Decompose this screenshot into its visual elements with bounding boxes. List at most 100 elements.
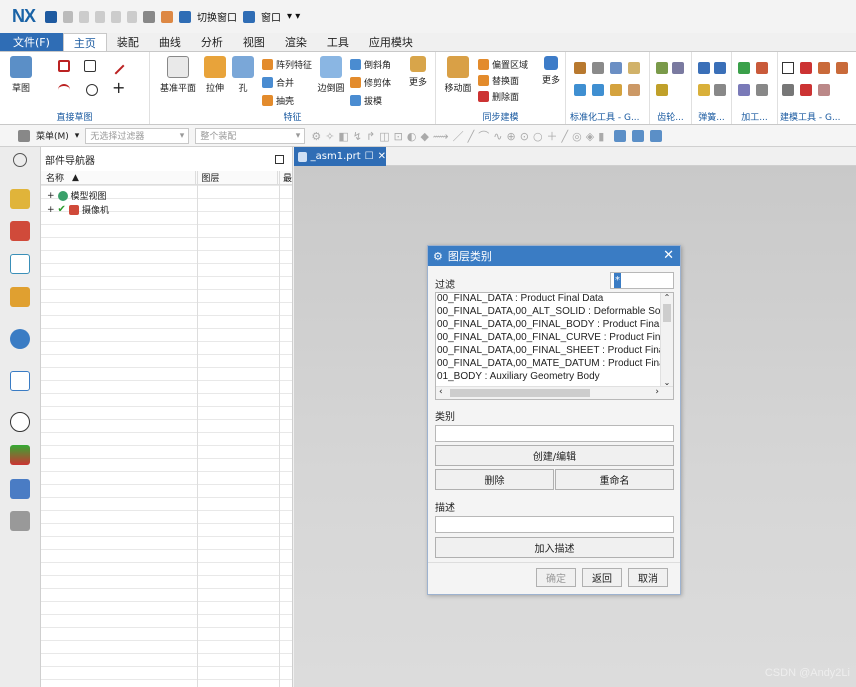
list-item[interactable]: 00_FINAL_DATA : Product Final Data	[436, 293, 660, 306]
group-machining-label[interactable]: 加工...	[732, 110, 777, 123]
delete-face-button[interactable]: 删除面	[478, 90, 519, 103]
group-standard-label[interactable]: 标准化工具 - G...	[570, 110, 649, 123]
delete-button[interactable]: 删除	[435, 469, 554, 490]
point-icon[interactable]: +	[112, 80, 125, 96]
group-modeling-tools-label[interactable]: 建模工具 - G...	[780, 110, 856, 123]
tab-file[interactable]: 文件(F)	[0, 33, 63, 51]
command-finder-icon[interactable]	[143, 10, 156, 23]
add-description-button[interactable]: 加入描述	[435, 537, 674, 558]
roles-icon[interactable]	[10, 511, 30, 531]
column-name[interactable]: 名称 ▲	[41, 171, 197, 184]
standard-row2-icon[interactable]	[574, 84, 586, 96]
rectangle-icon[interactable]	[84, 60, 96, 72]
horizontal-scrollbar[interactable]: ‹ ›	[436, 386, 673, 399]
gear-tool-icon[interactable]	[656, 62, 668, 74]
gear-tool2-icon[interactable]	[672, 62, 684, 74]
back-button[interactable]: 返回	[582, 568, 622, 587]
tab-document[interactable]: _asm1.prt ☐ ✕	[294, 147, 386, 166]
refresh-icon[interactable]	[650, 129, 663, 142]
profile-icon[interactable]	[58, 60, 70, 72]
list-item[interactable]: 00_FINAL_DATA,00_ALT_SOLID : Deformable …	[436, 306, 660, 319]
standard-part-icon[interactable]	[574, 62, 586, 74]
machining-icon[interactable]	[738, 62, 750, 74]
history-icon[interactable]	[10, 412, 30, 432]
tab-analysis[interactable]: 分析	[191, 33, 233, 51]
copy-icon[interactable]	[111, 10, 122, 23]
extrude-button[interactable]: 拉伸	[200, 56, 230, 94]
list-item[interactable]: 00_FINAL_DATA,00_FINAL_SHEET : Product F…	[436, 345, 660, 358]
list-item[interactable]: 00_FINAL_DATA,00_FINAL_BODY : Product Fi…	[436, 319, 660, 332]
menu-button[interactable]: 菜单(M)	[36, 129, 69, 142]
column-layer[interactable]: 图层	[196, 171, 278, 184]
cancel-button[interactable]: 取消	[628, 568, 668, 587]
model-tool7-icon[interactable]	[818, 84, 830, 96]
scrollbar-thumb[interactable]	[663, 304, 671, 322]
model-tool5-icon[interactable]	[782, 84, 794, 96]
vertical-scrollbar[interactable]: ⌃ ⌄	[660, 293, 673, 387]
tab-home[interactable]: 主页	[62, 33, 107, 51]
sync-more-button[interactable]: 更多	[538, 56, 564, 86]
gear-icon[interactable]: ⚙	[433, 250, 443, 263]
list-item[interactable]: 00_FINAL_DATA,00_FINAL_CURVE : Product F…	[436, 332, 660, 345]
edge-blend-button[interactable]: 边倒圆	[316, 56, 346, 94]
paste-icon[interactable]	[127, 10, 138, 23]
maximize-icon[interactable]	[275, 154, 284, 164]
assembly-navigator-icon[interactable]	[10, 189, 30, 209]
expand-icon[interactable]: +	[47, 191, 55, 201]
model-tool3-icon[interactable]	[818, 62, 830, 74]
ok-button[interactable]: 确定	[536, 568, 576, 587]
gear-icon[interactable]	[13, 153, 27, 167]
constraint-navigator-icon[interactable]	[10, 221, 30, 241]
triangle-icon[interactable]	[782, 62, 794, 74]
scope-dropdown[interactable]: 整个装配 ▾	[195, 127, 306, 144]
tree-row[interactable]: + ✔ 摄像机	[41, 203, 197, 216]
machining3-icon[interactable]	[738, 84, 750, 96]
window-dropdown-icon[interactable]: ▾ ▾	[287, 11, 300, 22]
model-tool4-icon[interactable]	[836, 62, 848, 74]
snap-toolbar-icons[interactable]: ⚙✧◧↯↱◫⊡◐◆⟿／╱⌒∿⊕⊙○＋╱◎◈▮	[311, 128, 608, 144]
arc-icon[interactable]	[58, 84, 70, 96]
model-tool6-icon[interactable]	[800, 84, 812, 96]
type-filter-dropdown[interactable]: 无选择过滤器 ▾	[85, 127, 190, 144]
standard-tool-icon[interactable]	[610, 62, 622, 74]
undo-icon[interactable]	[63, 10, 74, 23]
hd3d-tools-icon[interactable]	[10, 329, 30, 349]
standard-row2c-icon[interactable]	[610, 84, 622, 96]
spring3-icon[interactable]	[698, 84, 710, 96]
machining4-icon[interactable]	[756, 84, 768, 96]
scroll-left-icon[interactable]: ‹	[439, 387, 443, 397]
tab-curve[interactable]: 曲线	[149, 33, 191, 51]
close-icon[interactable]: ✕	[378, 151, 386, 162]
circle-icon[interactable]	[86, 84, 98, 96]
standard-lib-icon[interactable]	[592, 62, 604, 74]
trim-body-button[interactable]: 修剪体	[350, 76, 391, 89]
window-menu[interactable]: 窗口	[261, 9, 281, 24]
category-input[interactable]	[435, 425, 674, 442]
tab-tools[interactable]: 工具	[317, 33, 359, 51]
tab-assembly[interactable]: 装配	[107, 33, 149, 51]
dialog-title-bar[interactable]: ⚙ 图层类别	[428, 246, 680, 266]
offset-region-button[interactable]: 偏置区域	[478, 58, 528, 71]
reuse-library-icon[interactable]	[10, 287, 30, 307]
switch-window-label[interactable]: 切换窗口	[197, 9, 237, 24]
spring4-icon[interactable]	[714, 84, 726, 96]
list-item[interactable]: 01_BODY : Auxiliary Geometry Body	[436, 371, 660, 384]
scroll-right-icon[interactable]: ›	[655, 387, 659, 397]
list-item[interactable]: 00_FINAL_DATA,00_MATE_DATUM : Product Fi…	[436, 358, 660, 371]
expand-icon[interactable]: +	[47, 205, 55, 215]
tree-row[interactable]: + 模型视图	[41, 189, 197, 202]
filter-input[interactable]: *	[610, 272, 674, 289]
scrollbar-thumb[interactable]	[450, 389, 590, 397]
tab-application[interactable]: 应用模块	[359, 33, 423, 51]
shell-button[interactable]: 抽壳	[262, 94, 294, 107]
web-browser-icon[interactable]	[10, 371, 30, 391]
tab-render[interactable]: 渲染	[275, 33, 317, 51]
replace-face-button[interactable]: 替换面	[478, 74, 519, 87]
feature-more-button[interactable]: 更多	[404, 56, 432, 88]
gear-tool3-icon[interactable]	[656, 84, 668, 96]
switch-window-icon[interactable]	[179, 10, 192, 23]
category-list[interactable]: 00_FINAL_DATA : Product Final Data 00_FI…	[435, 292, 674, 400]
draft-button[interactable]: 拔模	[350, 94, 382, 107]
group-gear-label[interactable]: 齿轮...	[650, 110, 691, 123]
save-icon[interactable]	[45, 10, 58, 23]
